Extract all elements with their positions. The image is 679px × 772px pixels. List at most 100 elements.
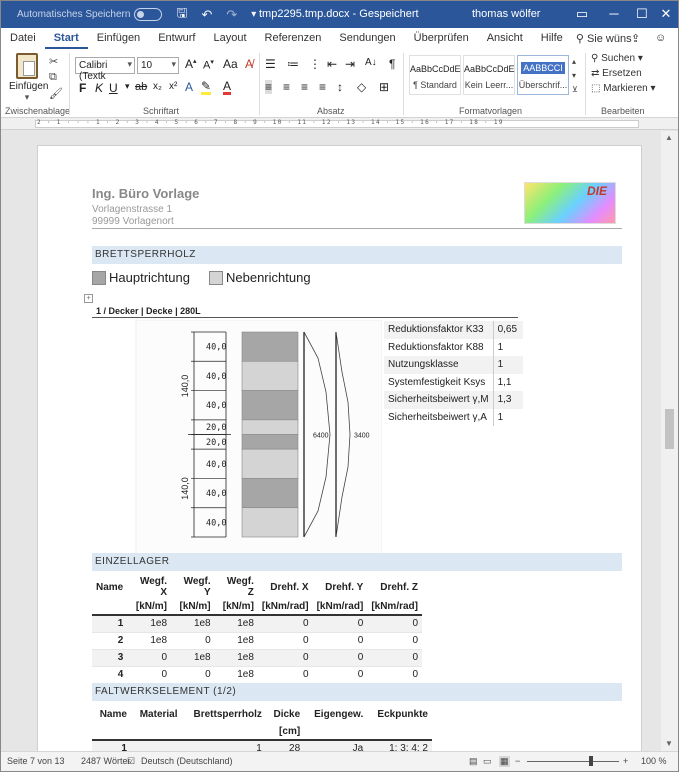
shading-icon[interactable]: ◇ xyxy=(357,80,366,94)
save-icon[interactable]: 🖫 xyxy=(176,4,187,26)
property-row: Sicherheitsbeiwert γ,A 1 xyxy=(384,408,524,426)
underline-icon[interactable]: U xyxy=(109,81,118,95)
increase-indent-icon[interactable]: ⇥ xyxy=(345,57,355,71)
styles-scroll-up-icon[interactable]: ▴ xyxy=(572,57,576,66)
undo-icon[interactable]: ↶ xyxy=(201,7,212,23)
quick-access-menu-icon[interactable]: ▾ xyxy=(251,9,256,20)
multilevel-list-icon[interactable]: ⋮ xyxy=(309,57,321,71)
highlight-icon[interactable]: ✎ xyxy=(201,80,212,95)
close-icon[interactable]: ✕ xyxy=(655,4,677,24)
superscript-icon[interactable]: x² xyxy=(169,81,177,92)
italic-icon[interactable]: K xyxy=(95,81,103,95)
table-cell: 0 xyxy=(257,632,313,650)
word-count[interactable]: 2487 Wörter xyxy=(81,756,131,766)
page-count[interactable]: Seite 7 von 13 xyxy=(7,756,65,766)
numbering-icon[interactable]: ≔ xyxy=(287,57,299,71)
clipboard-icon xyxy=(16,53,38,79)
font-name-combo[interactable]: Calibri (Textk xyxy=(75,57,135,82)
print-layout-icon[interactable]: ▦ xyxy=(499,756,510,767)
select-button[interactable]: ⬚ Markieren ▾ xyxy=(591,83,656,94)
comments-icon[interactable]: ☺ xyxy=(655,32,666,44)
scroll-down-icon[interactable]: ▼ xyxy=(665,739,673,748)
tab-ueberpruefen[interactable]: Überprüfen xyxy=(405,28,478,49)
table-cell: 0 xyxy=(367,649,422,667)
caption-rule xyxy=(92,317,518,318)
scroll-up-icon[interactable]: ▲ xyxy=(665,133,673,142)
chevron-down-icon[interactable]: ▾ xyxy=(125,81,130,92)
tab-start[interactable]: Start xyxy=(44,28,88,49)
tab-layout[interactable]: Layout xyxy=(204,28,255,49)
styles-more-icon[interactable]: ⊻ xyxy=(572,85,578,94)
borders-icon[interactable]: ⊞ xyxy=(379,80,389,94)
line-spacing-icon[interactable]: ↕ xyxy=(337,80,343,94)
decrease-indent-icon[interactable]: ⇤ xyxy=(327,57,337,71)
style-no-spacing[interactable]: AaBbCcDdE Kein Leerr... xyxy=(463,55,515,95)
tab-sendungen[interactable]: Sendungen xyxy=(330,28,404,49)
align-left-icon[interactable]: ≡ xyxy=(265,80,273,94)
column-unit xyxy=(181,723,266,741)
tab-datei[interactable]: Datei xyxy=(1,28,45,49)
autosave[interactable]: Automatisches Speichern xyxy=(17,8,163,21)
subscript-icon[interactable]: x₂ xyxy=(153,81,162,92)
zoom-level[interactable]: 100 % xyxy=(641,756,667,766)
table-cell: 4 xyxy=(92,666,128,684)
horizontal-ruler[interactable]: 2 · 1 · · · 1 · 2 · 3 · 4 · 5 · 6 · 7 · … xyxy=(1,118,678,130)
clear-format-icon[interactable]: A̸ xyxy=(245,57,253,71)
bold-icon[interactable]: F xyxy=(79,81,86,95)
document-page[interactable]: Ing. Büro Vorlage Vorlagenstrasse 1 9999… xyxy=(37,145,642,751)
copy-icon[interactable]: ⧉ xyxy=(49,71,57,84)
ribbon-separator xyxy=(403,53,404,115)
cut-icon[interactable]: ✂ xyxy=(49,55,58,68)
align-right-icon[interactable]: ≡ xyxy=(301,80,308,94)
bullets-icon[interactable]: ☰ xyxy=(265,57,276,71)
table-move-handle-icon[interactable]: + xyxy=(84,294,93,303)
tell-me-search[interactable]: ⚲ Sie wüns xyxy=(576,32,632,45)
format-painter-icon[interactable]: 🖌 xyxy=(49,87,63,100)
text-effects-icon[interactable]: A xyxy=(185,80,193,94)
redo-icon[interactable]: ↷ xyxy=(226,7,237,23)
tab-ansicht[interactable]: Ansicht xyxy=(478,28,532,49)
styles-scroll-down-icon[interactable]: ▾ xyxy=(572,71,576,80)
user-name[interactable]: thomas wölfer xyxy=(472,8,540,20)
strikethrough-icon[interactable]: ab xyxy=(135,81,147,93)
tab-referenzen[interactable]: Referenzen xyxy=(256,28,331,49)
justify-icon[interactable]: ≡ xyxy=(319,80,326,94)
style-standard[interactable]: AaBbCcDdE ¶ Standard xyxy=(409,55,461,95)
tab-einfuegen[interactable]: Einfügen xyxy=(88,28,149,49)
maximize-icon[interactable]: ☐ xyxy=(631,4,653,24)
grow-font-icon[interactable]: A▴ xyxy=(185,57,197,71)
sort-icon[interactable]: A↓ xyxy=(365,57,377,68)
select-icon: ⬚ xyxy=(591,83,604,94)
minimize-icon[interactable]: ─ xyxy=(603,4,625,24)
tab-hilfe[interactable]: Hilfe xyxy=(532,28,572,49)
language-status[interactable]: Deutsch (Deutschland) xyxy=(141,756,233,766)
zoom-slider[interactable] xyxy=(527,761,619,762)
zoom-out-icon[interactable]: − xyxy=(515,756,520,766)
zoom-slider-thumb[interactable] xyxy=(589,756,593,766)
autosave-toggle[interactable] xyxy=(134,8,163,21)
vertical-scrollbar[interactable]: ▲ ▼ xyxy=(661,131,678,751)
zoom-in-icon[interactable]: + xyxy=(623,756,628,766)
share-icon[interactable]: ⇪ xyxy=(631,32,640,45)
tab-entwurf[interactable]: Entwurf xyxy=(149,28,204,49)
align-center-icon[interactable]: ≡ xyxy=(283,80,290,94)
change-case-icon[interactable]: Aa xyxy=(223,57,238,71)
ribbon-display-icon[interactable]: ▭ xyxy=(571,4,593,24)
proofing-icon[interactable]: ☑ xyxy=(127,756,135,767)
table-cell: 1e8 xyxy=(214,615,258,633)
scroll-thumb[interactable] xyxy=(665,409,674,449)
read-mode-icon[interactable]: ▭ xyxy=(483,756,492,767)
find-button[interactable]: ⚲ Suchen ▾ xyxy=(591,53,643,64)
section-heading-falt: FALTWERKSELEMENT (1/2) xyxy=(92,683,622,701)
style-heading[interactable]: AABBCCI Überschrif... xyxy=(517,55,569,95)
font-color-icon[interactable]: A xyxy=(223,80,232,95)
replace-button[interactable]: ⇄ Ersetzen xyxy=(591,68,642,79)
focus-mode-icon[interactable]: ▤ xyxy=(469,756,478,767)
font-size-combo[interactable]: 10 xyxy=(137,57,179,74)
layer-thickness-label: 40,0 xyxy=(206,401,226,411)
pilcrow-icon[interactable]: ¶ xyxy=(389,57,395,71)
paste-button[interactable]: Einfügen ▾ xyxy=(9,53,48,103)
shrink-font-icon[interactable]: A▾ xyxy=(203,58,214,72)
column-unit xyxy=(92,598,128,616)
ribbon-tabs: Datei Start Einfügen Entwurf Layout Refe… xyxy=(1,28,678,49)
